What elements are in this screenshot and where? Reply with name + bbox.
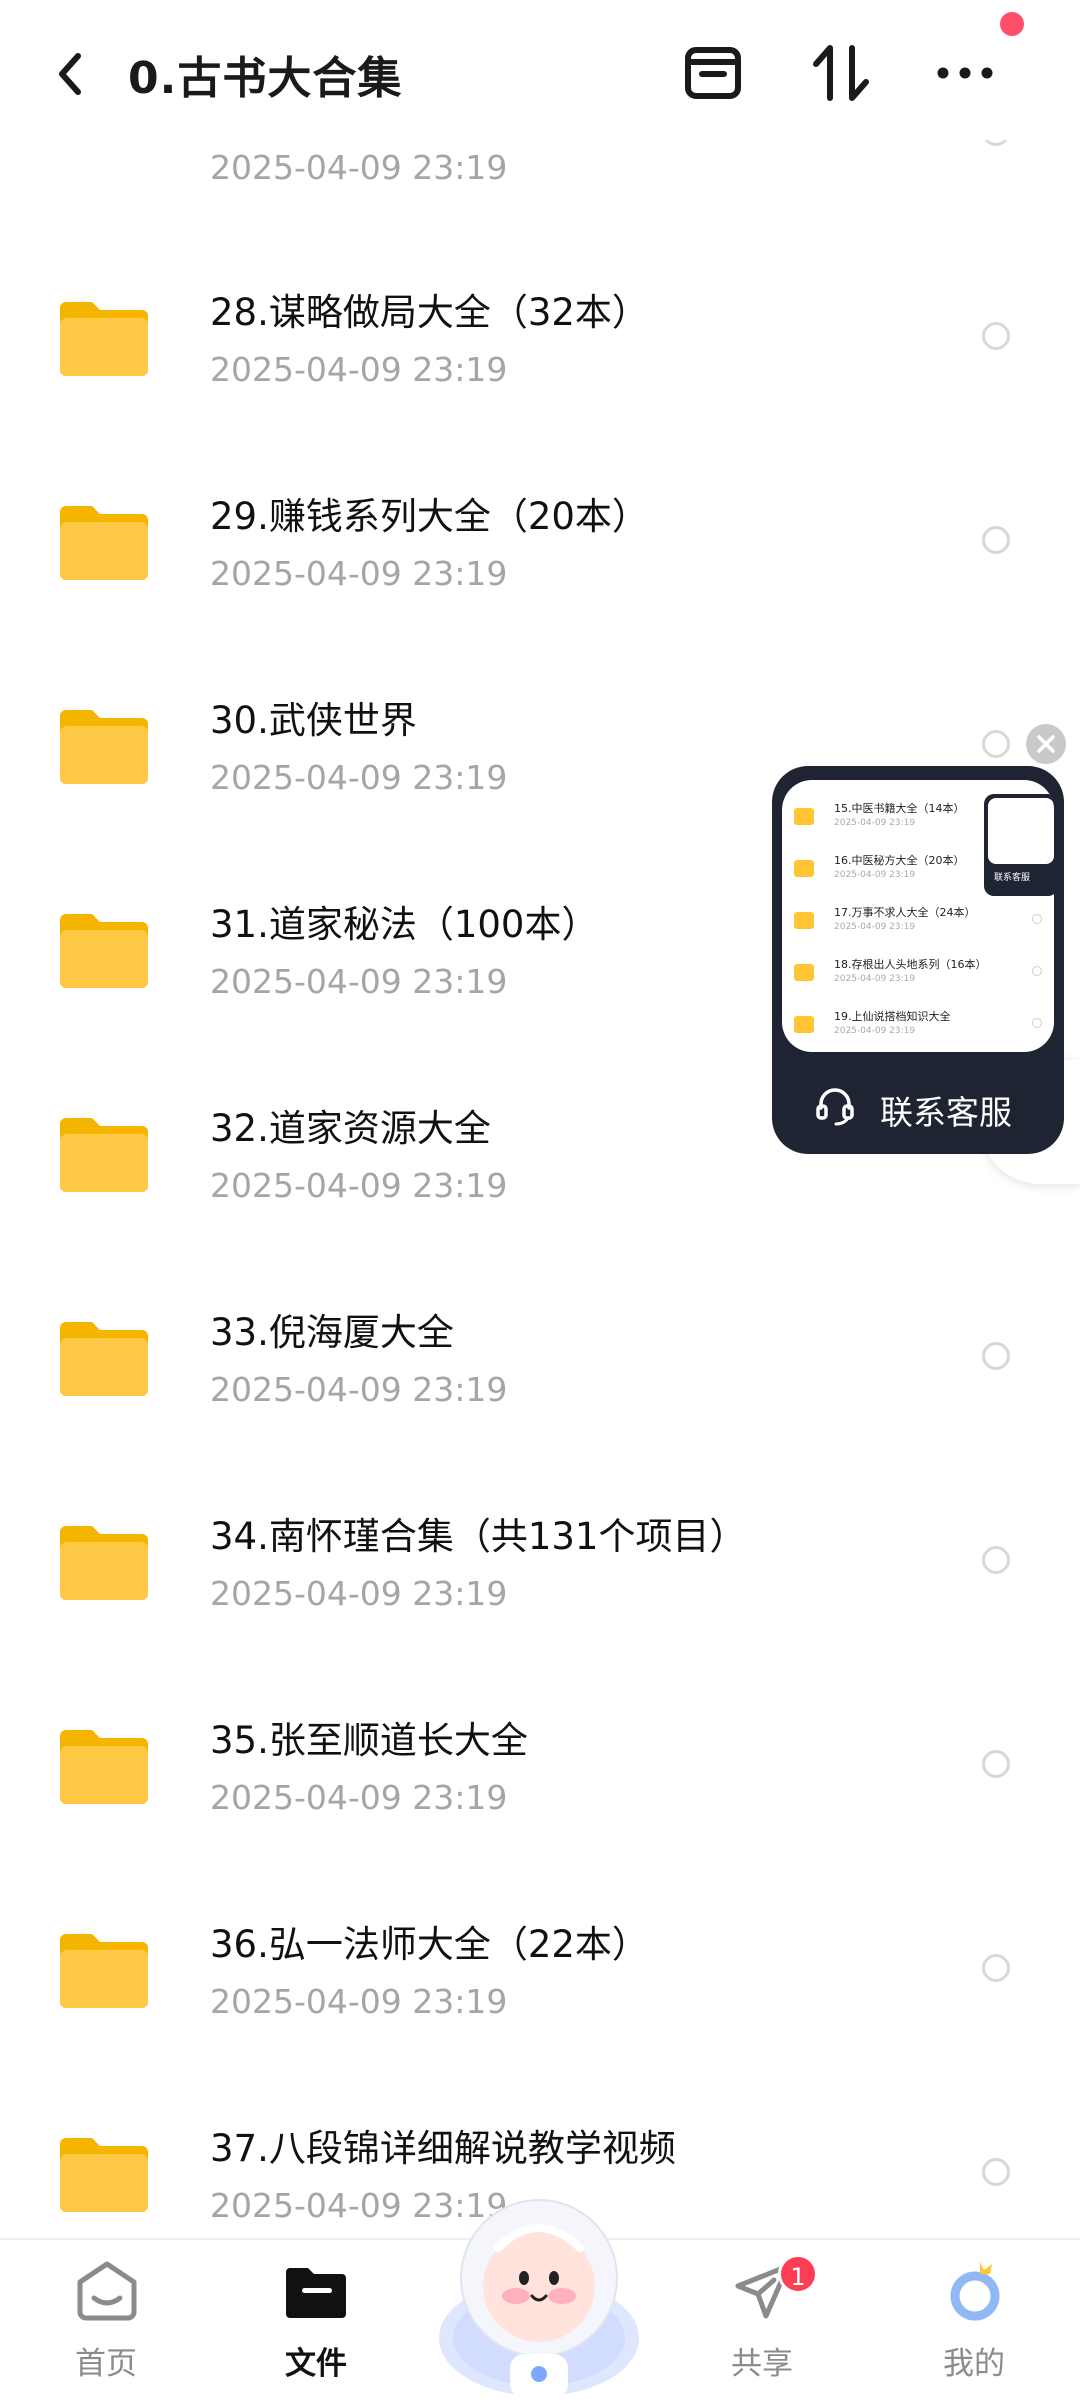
folder-date: 2025-04-09 23:19 [210,554,508,593]
preview-row-name: 18.存根出人头地系列（16本） [834,958,987,971]
folder-icon [286,2268,346,2318]
folder-icon [60,1526,148,1600]
headset-icon [816,1088,854,1126]
preview-row-date: 2025-04-09 23:19 [834,974,916,984]
preview-checkbox [1032,914,1042,924]
folder-name: 30.武侠世界 [210,699,417,742]
folder-name: 34.南怀瑾合集（共131个项目） [210,1515,747,1558]
tab-files[interactable]: 文件 [236,2240,396,2404]
tab-share[interactable]: 1 共享 [682,2240,842,2404]
preview-row-date: 2025-04-09 23:19 [834,818,916,828]
folder-icon [60,1934,148,2008]
list-item[interactable]: 35.张至顺道长大全 2025-04-09 23:19 [0,1664,1080,1868]
preview-row-date: 2025-04-09 23:19 [834,922,916,932]
tab-share-label: 共享 [731,2346,793,2382]
list-item[interactable]: 28.谋略做局大全（32本） 2025-04-09 23:19 [0,236,1080,440]
folder-date: 2025-04-09 23:19 [210,350,508,389]
tab-mine-label: 我的 [943,2346,1005,2382]
app-header: 0.古书大合集 [0,0,1080,140]
folder-icon [794,808,814,825]
preview-checkbox [1032,966,1042,976]
folder-icon [60,506,148,580]
folder-name: 32.道家资源大全 [210,1107,491,1150]
notification-dot [1000,12,1024,36]
preview-thumbnail: 15.中医书籍大全（14本） 2025-04-09 23:19 16.中医秘方大… [782,780,1054,1052]
page-title: 0.古书大合集 [128,53,403,104]
folder-date: 2025-04-09 23:19 [210,1166,508,1205]
select-checkbox[interactable] [982,322,1010,350]
folder-date: 2025-04-09 23:19 [210,1574,508,1613]
folder-date: 2025-04-09 23:19 [210,1982,508,2021]
folder-name: 29.赚钱系列大全（20本） [210,495,649,538]
mascot-astronaut-icon[interactable] [428,2178,650,2402]
chevron-left-icon[interactable] [46,44,96,104]
list-item[interactable]: 29.赚钱系列大全（20本） 2025-04-09 23:19 [0,440,1080,644]
list-item[interactable]: 36.弘一法师大全（22本） 2025-04-09 23:19 [0,1868,1080,2072]
customer-service-float[interactable]: 15.中医书籍大全（14本） 2025-04-09 23:19 16.中医秘方大… [772,766,1064,1154]
preview-mini-screen [988,798,1054,864]
folder-name: 35.张至顺道长大全 [210,1719,528,1762]
folder-date: 2025-04-09 23:19 [210,962,508,1001]
folder-icon [60,1322,148,1396]
folder-icon [60,1730,148,1804]
profile-crown-icon [950,2262,1000,2321]
folder-date: 2025-04-09 23:19 [210,148,508,187]
preview-row: 19.上仙说搭档知识大全 2025-04-09 23:19 [794,1008,1044,1052]
folder-icon [794,860,814,877]
tab-files-label: 文件 [285,2346,347,2382]
preview-row: 18.存根出人头地系列（16本） 2025-04-09 23:19 [794,956,1044,1008]
sort-arrows-icon[interactable] [806,38,876,108]
notification-badge: 1 [778,2254,818,2294]
select-checkbox[interactable] [982,1342,1010,1370]
select-checkbox[interactable] [982,526,1010,554]
preview-row-name: 19.上仙说搭档知识大全 [834,1010,951,1023]
folder-name: 37.八段锦详细解说教学视频 [210,2127,676,2170]
folder-name: 28.谋略做局大全（32本） [210,291,649,334]
more-dots-icon[interactable] [930,38,1000,108]
folder-date: 2025-04-09 23:19 [210,758,508,797]
preview-row-name: 17.万事不求人大全（24本） [834,906,976,919]
tab-home-label: 首页 [75,2346,137,2382]
select-checkbox[interactable] [982,730,1010,758]
select-checkbox[interactable] [982,1750,1010,1778]
preview-row-date: 2025-04-09 23:19 [834,1026,916,1036]
list-item[interactable]: 34.南怀瑾合集（共131个项目） 2025-04-09 23:19 [0,1460,1080,1664]
close-icon[interactable] [1026,724,1066,764]
folder-icon [60,1118,148,1192]
select-checkbox[interactable] [982,2158,1010,2186]
tab-home[interactable]: 首页 [26,2240,186,2404]
preview-row-date: 2025-04-09 23:19 [834,870,916,880]
preview-row-name: 15.中医书籍大全（14本） [834,802,965,815]
preview-row: 17.万事不求人大全（24本） 2025-04-09 23:19 [794,904,1044,956]
folder-date: 2025-04-09 23:19 [210,1778,508,1817]
folder-icon [60,914,148,988]
tab-mine[interactable]: 我的 [894,2240,1054,2404]
customer-service-label: 联系客服 [880,1093,1012,1132]
preview-checkbox [1032,1018,1042,1028]
select-checkbox[interactable] [982,1546,1010,1574]
preview-mini-label: 联系客服 [994,873,1031,883]
list-item[interactable]: 33.倪海厦大全 2025-04-09 23:19 [0,1256,1080,1460]
folder-date: 2025-04-09 23:19 [210,1370,508,1409]
home-face-icon [77,2261,137,2321]
preview-row-name: 16.中医秘方大全（20本） [834,854,965,867]
folder-name: 31.道家秘法（100本） [210,903,599,946]
folder-icon [794,912,814,929]
folder-icon [794,1016,814,1033]
folder-name: 33.倪海厦大全 [210,1311,454,1354]
folder-name: 36.弘一法师大全（22本） [210,1923,649,1966]
archive-box-icon[interactable] [678,38,748,108]
folder-icon [60,710,148,784]
folder-icon [794,964,814,981]
folder-icon [60,2138,148,2212]
preview-mini-float: 联系客服 [984,794,1054,896]
folder-icon [60,302,148,376]
select-checkbox[interactable] [982,1954,1010,1982]
